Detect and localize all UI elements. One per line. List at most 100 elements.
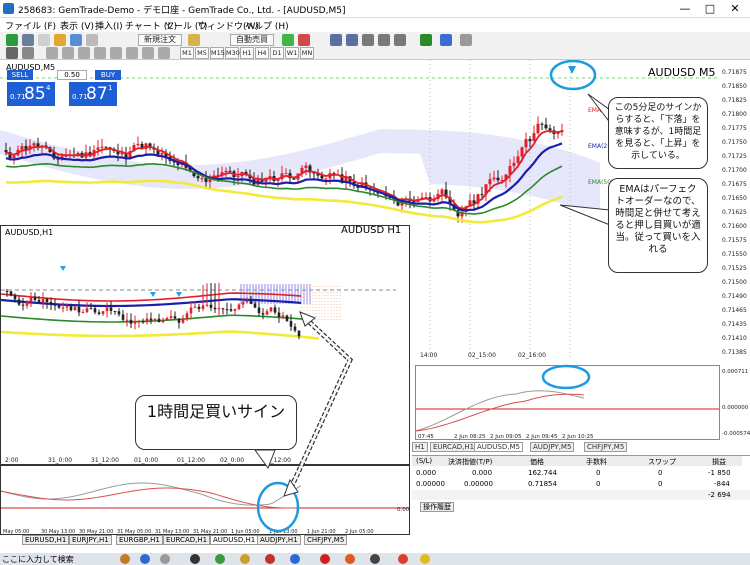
- zoom-in-icon[interactable]: [330, 34, 342, 46]
- arrows-tool-icon[interactable]: [158, 47, 170, 59]
- templates-icon[interactable]: [460, 34, 472, 46]
- new-order-button[interactable]: 新規注文: [138, 34, 182, 46]
- label-tool-icon[interactable]: [142, 47, 154, 59]
- callout-pointer: [254, 449, 276, 470]
- timeframe-w1-button[interactable]: W1: [285, 47, 299, 59]
- menu-view[interactable]: 表示 (V): [60, 19, 94, 32]
- taskbar-app-icon[interactable]: [320, 554, 330, 564]
- auto-trade-button[interactable]: 自動売買: [230, 34, 274, 46]
- timeframe-h4-button[interactable]: H4: [255, 47, 269, 59]
- tab-eurcad-h1[interactable]: EURCAD,H1: [163, 535, 211, 545]
- tab-eurusd-h1[interactable]: EURUSD,H1: [22, 535, 70, 545]
- taskbar-app-icon[interactable]: [140, 554, 150, 564]
- zoom-out-icon[interactable]: [346, 34, 358, 46]
- taskbar-app-icon[interactable]: [370, 554, 380, 564]
- channel-icon[interactable]: [94, 47, 106, 59]
- tab-h1-partial[interactable]: H1: [412, 442, 428, 452]
- indicators-icon[interactable]: [420, 34, 432, 46]
- row1-profit: -1 850: [708, 469, 731, 477]
- tab-chfjpy-m5[interactable]: CHFJPY,M5: [304, 535, 348, 545]
- timeframe-m30-button[interactable]: M30: [225, 47, 240, 59]
- terminal-trade-table: (S/L) 決済指値(T/P) 価格 手数料 スワップ 損益 0.000 0.0…: [412, 455, 750, 515]
- crosshair-icon[interactable]: [22, 47, 34, 59]
- dashed-connector: [287, 316, 354, 492]
- callout-pointer: [559, 204, 611, 226]
- row2-price: 0.71854: [528, 480, 557, 488]
- tab-audjpy-h1[interactable]: AUDJPY,H1: [257, 535, 301, 545]
- tab-audusd-m5[interactable]: AUDUSD,M5: [474, 442, 523, 452]
- signal-arrow-icon: [568, 66, 576, 74]
- timeframe-d1-button[interactable]: D1: [270, 47, 284, 59]
- callout-h1-buy-signal: 1時間足買いサイン: [135, 395, 297, 450]
- buy-chart-icon[interactable]: [282, 34, 294, 46]
- new-chart-icon[interactable]: [6, 34, 18, 46]
- taskbar-app-icon[interactable]: [215, 554, 225, 564]
- tab-audjpy-m5[interactable]: AUDJPY,M5: [530, 442, 575, 452]
- tab-operation-history[interactable]: 操作履歴: [420, 502, 454, 512]
- taskbar-app-icon[interactable]: [345, 554, 355, 564]
- horizontal-line-icon[interactable]: [62, 47, 74, 59]
- fibonacci-icon[interactable]: [110, 47, 122, 59]
- row1-tp: 0.000: [472, 469, 493, 477]
- highlight-circle-m5: [549, 60, 597, 91]
- timeframe-h1-button[interactable]: H1: [240, 47, 254, 59]
- timeframe-mn-button[interactable]: MN: [300, 47, 314, 59]
- tab-eurcad-h1[interactable]: EURCAD,H1: [430, 442, 478, 452]
- minimize-button[interactable]: —: [675, 2, 695, 16]
- autoscroll-icon[interactable]: [394, 34, 406, 46]
- menu-help[interactable]: ヘルプ (H): [245, 19, 289, 32]
- navigator-icon[interactable]: [54, 34, 66, 46]
- taskbar-search[interactable]: ここに入力して検索: [2, 554, 74, 565]
- col-header-swap: スワップ: [648, 458, 676, 466]
- col-header-commission: 手数料: [586, 458, 607, 466]
- menu-insert[interactable]: 挿入(I): [95, 19, 123, 32]
- chart-shift-icon[interactable]: [378, 34, 390, 46]
- chart-tabs-bottom: EURUSD,H1 EURJPY,H1 EURGBP,H1 EURCAD,H1 AUDU…: [0, 535, 410, 547]
- tab-chfjpy-m5[interactable]: CHFJPY,M5: [584, 442, 628, 452]
- window-title: 258683: GemTrade-Demo - デモ口座 - GemTrade …: [18, 6, 346, 16]
- taskbar-app-icon[interactable]: [420, 554, 430, 564]
- market-watch-icon[interactable]: [38, 34, 50, 46]
- taskbar-app-icon[interactable]: [190, 554, 200, 564]
- menu-bar: ファイル (F) 表示 (V) 挿入(I) チャート (C) ツール (T) ウ…: [0, 18, 750, 32]
- taskbar-app-icon[interactable]: [398, 554, 408, 564]
- periods-icon[interactable]: [440, 34, 452, 46]
- dashed-connector-inner: [288, 317, 352, 491]
- meta-editor-icon[interactable]: [188, 34, 200, 46]
- tab-eurjpy-h1[interactable]: EURJPY,H1: [69, 535, 112, 545]
- table-row[interactable]: 0.000 0.000 162.744 0 0 -1 850: [412, 468, 742, 478]
- taskbar-app-icon[interactable]: [160, 554, 170, 564]
- cursor-icon[interactable]: [6, 47, 18, 59]
- maximize-button[interactable]: □: [700, 2, 720, 16]
- profiles-icon[interactable]: [22, 34, 34, 46]
- taskbar-app-icon[interactable]: [240, 554, 250, 564]
- row2-commission: 0: [596, 480, 601, 488]
- terminal-header-row: (S/L) 決済指値(T/P) 価格 手数料 スワップ 損益: [412, 456, 742, 466]
- tab-eurgbp-h1[interactable]: EURGBP,H1: [116, 535, 163, 545]
- taskbar-app-icon[interactable]: [120, 554, 130, 564]
- taskbar-app-icon[interactable]: [290, 554, 300, 564]
- text-tool-icon[interactable]: [126, 47, 138, 59]
- tab-audusd-h1[interactable]: AUDUSD,H1: [210, 535, 259, 545]
- menu-file[interactable]: ファイル (F): [5, 19, 56, 32]
- row2-sl: 0.00000: [416, 480, 445, 488]
- timeframe-m15-button[interactable]: M15: [210, 47, 225, 59]
- timeframe-m1-button[interactable]: M1: [180, 47, 194, 59]
- sell-chart-icon[interactable]: [298, 34, 310, 46]
- timeframe-m5-button[interactable]: M5: [195, 47, 209, 59]
- terminal-total-row: -2 694: [412, 490, 750, 500]
- row2-profit: -844: [714, 480, 730, 488]
- strategy-tester-icon[interactable]: [86, 34, 98, 46]
- vertical-line-icon[interactable]: [46, 47, 58, 59]
- col-header-tp: 決済指値(T/P): [448, 458, 493, 466]
- close-button[interactable]: ✕: [725, 2, 745, 16]
- callout-m5-signal: この5分足のサインからすると、「下落」を意味するが、1時間足を見ると、「上昇」を…: [608, 97, 708, 169]
- tile-windows-icon[interactable]: [362, 34, 374, 46]
- trendline-icon[interactable]: [78, 47, 90, 59]
- col-header-profit: 損益: [712, 458, 726, 466]
- row2-tp: 0.00000: [464, 480, 493, 488]
- taskbar-app-icon[interactable]: [265, 554, 275, 564]
- row1-swap: 0: [658, 469, 663, 477]
- terminal-icon[interactable]: [70, 34, 82, 46]
- table-row[interactable]: 0.00000 0.00000 0.71854 0 0 -844: [412, 479, 742, 489]
